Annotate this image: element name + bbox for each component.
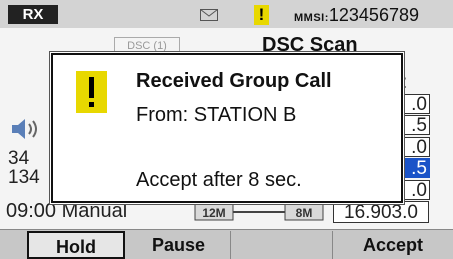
time-mode: 09:00 Manual xyxy=(6,200,128,222)
hold-button[interactable]: Hold xyxy=(27,231,125,259)
range-high: 8M xyxy=(296,206,313,220)
dialog-countdown: Accept after 8 sec. xyxy=(136,169,302,191)
dsc-scan-screen: RX ! MMSI:123456789 DSC (1) DSC Scan : .… xyxy=(0,0,453,259)
warning-icon xyxy=(76,71,107,113)
channel-value-1: .0 xyxy=(402,94,430,114)
channel-number-2: 134 xyxy=(8,167,40,188)
warning-icon-bar xyxy=(89,77,94,98)
speaker-icon xyxy=(12,119,37,139)
accept-button[interactable]: Accept xyxy=(333,231,453,259)
group-call-dialog: Received Group Call From: STATION B Acce… xyxy=(51,53,403,203)
frequency-display: 16.903.0 xyxy=(333,201,429,223)
warning-icon: ! xyxy=(254,5,269,25)
status-bar: RX ! MMSI:123456789 xyxy=(0,0,453,28)
channel-value-selected: .5 xyxy=(402,158,430,178)
pause-button[interactable]: Pause xyxy=(127,231,231,259)
softkey-bar: Hold Pause Accept xyxy=(0,229,453,259)
channel-value-5: .0 xyxy=(402,180,430,200)
dialog-title: Received Group Call xyxy=(136,70,332,92)
mmsi-display: MMSI:123456789 xyxy=(294,2,453,28)
range-low: 12M xyxy=(202,206,225,220)
warning-icon-dot xyxy=(89,102,94,107)
dialog-from: From: STATION B xyxy=(136,104,297,126)
mmsi-label: MMSI: xyxy=(294,12,329,24)
range-indicator: 12M 8M xyxy=(194,203,324,221)
blank-softkey[interactable] xyxy=(231,231,333,259)
rx-indicator: RX xyxy=(8,5,58,24)
envelope-icon xyxy=(200,9,218,21)
channel-value-3: .0 xyxy=(402,137,430,157)
mmsi-value: 123456789 xyxy=(328,5,419,25)
channel-value-2: .5 xyxy=(402,115,430,135)
